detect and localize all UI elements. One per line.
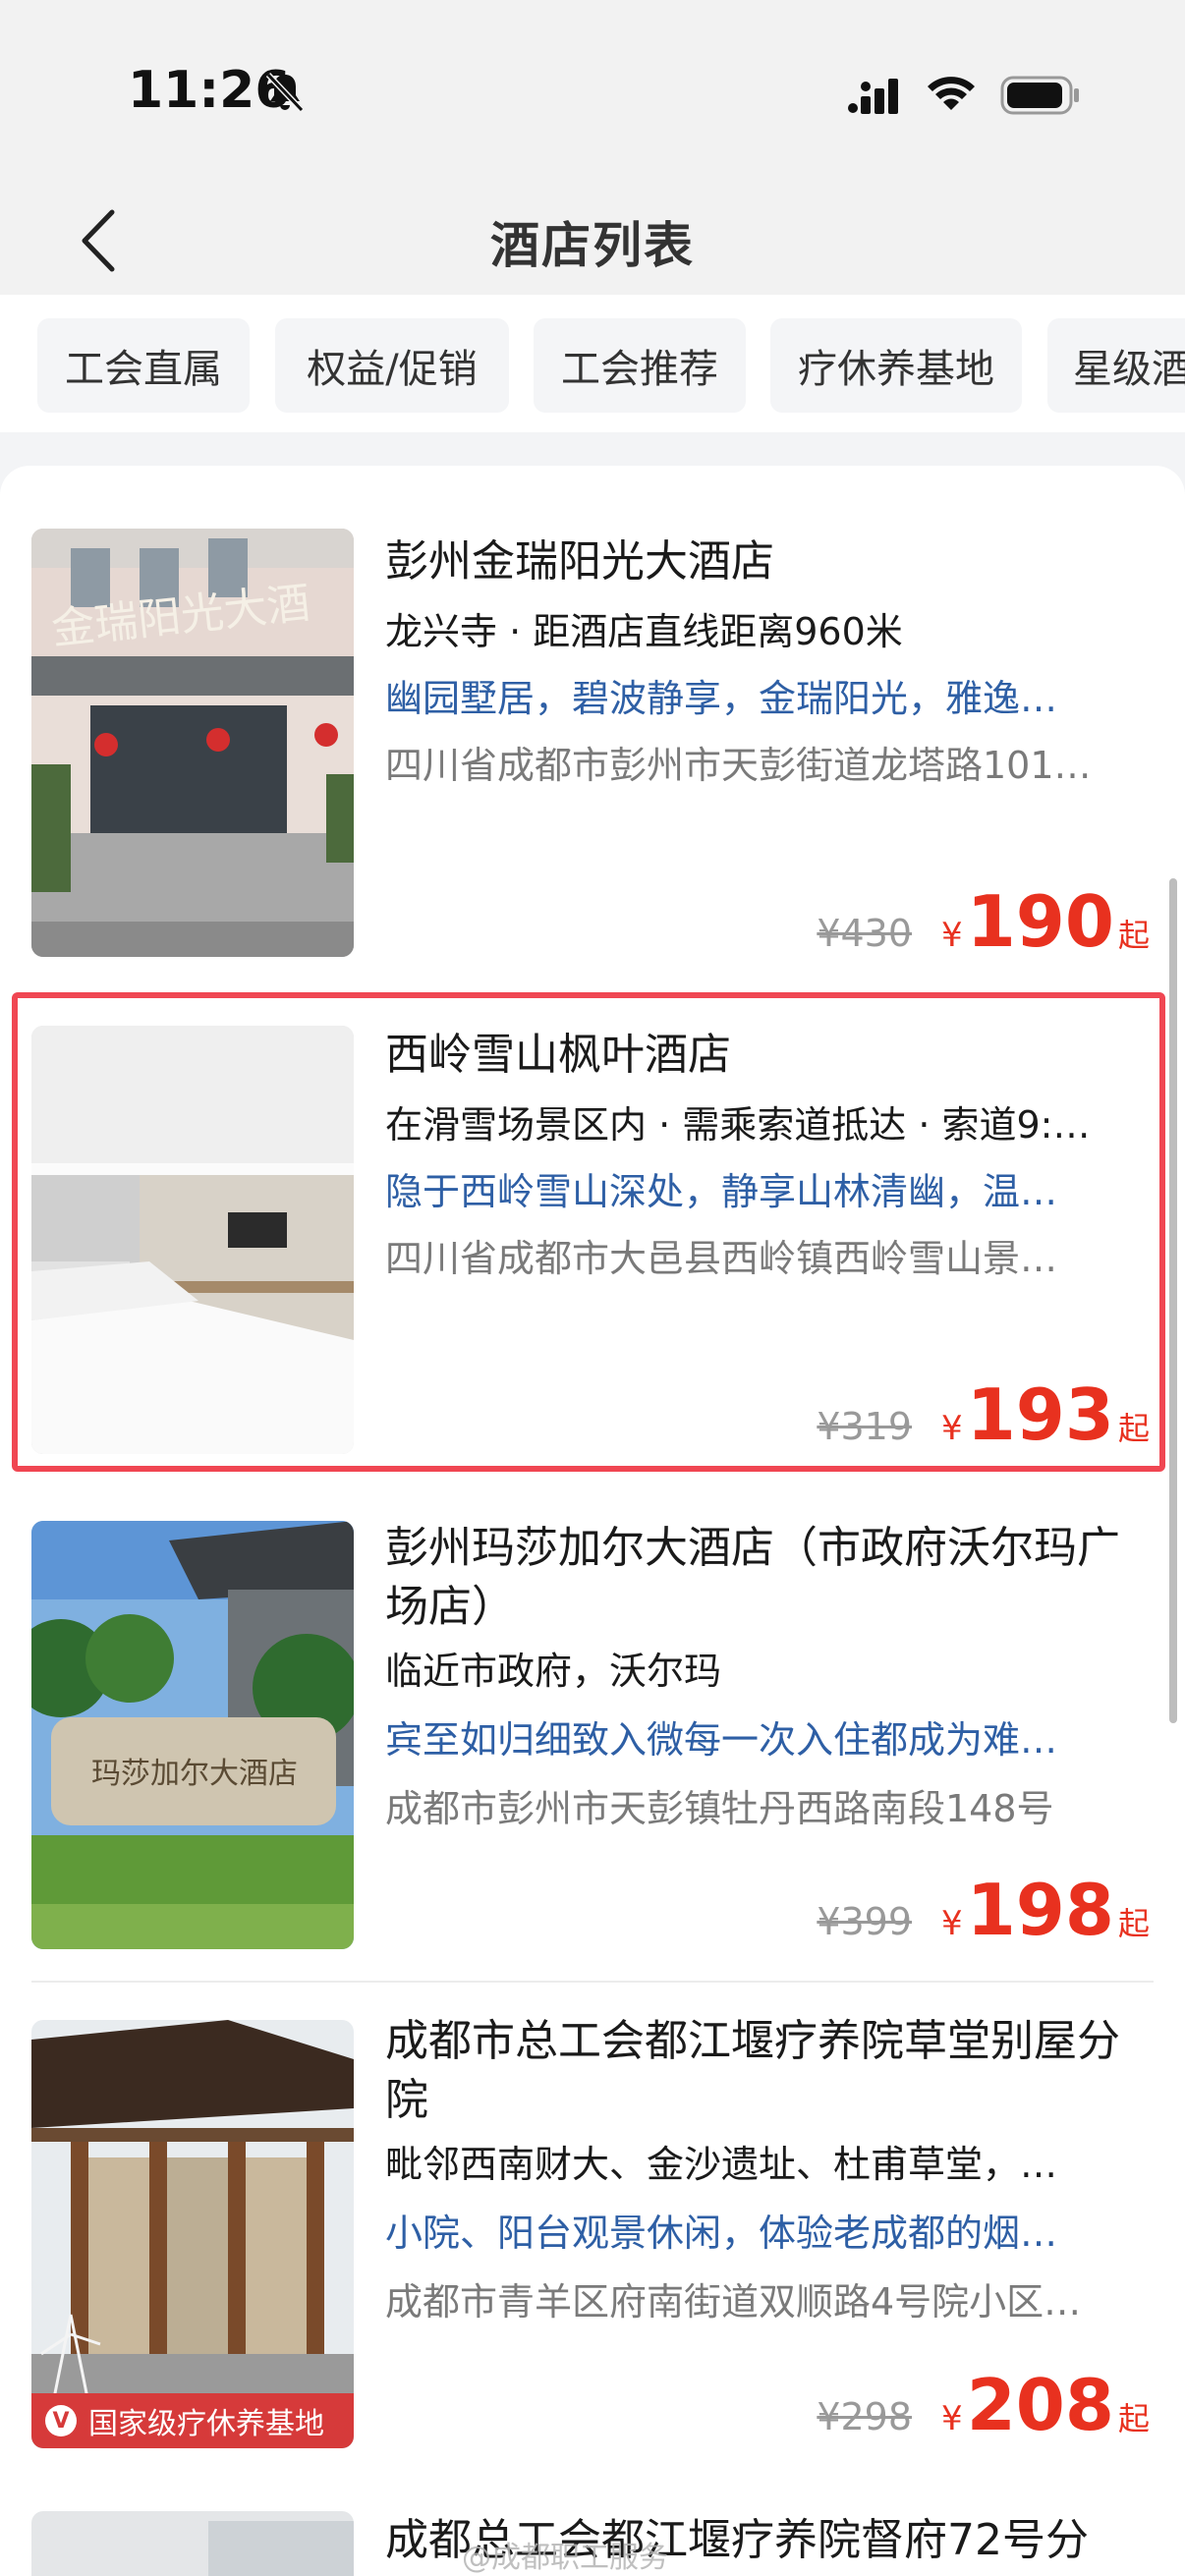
hotel-card[interactable]: V 国家级疗休养基地 成都市总工会都江堰疗养院草堂别屋分院 毗邻西南财大、金沙遗… bbox=[0, 2016, 1185, 2448]
original-price: ¥399 bbox=[817, 1900, 913, 1943]
currency-symbol: ¥ bbox=[941, 916, 963, 955]
watermark: @成都职工服务 bbox=[462, 2541, 668, 2575]
filter-chip-union-recommend[interactable]: 工会推荐 bbox=[534, 318, 746, 413]
original-price: ¥430 bbox=[817, 912, 913, 955]
original-price: ¥319 bbox=[817, 1405, 913, 1448]
hotel-name: 西岭雪山枫叶酒店 bbox=[385, 1030, 731, 1080]
price-row: ¥430 ¥ 190 起 bbox=[817, 886, 1150, 957]
page-title: 酒店列表 bbox=[490, 217, 695, 274]
hotel-list: 金瑞阳光大酒 彭州金瑞阳光大酒店 龙兴寺 · 距酒店直线距离960米 幽园墅居，… bbox=[0, 466, 1185, 2576]
hotel-location: 在滑雪场景区内 · 需乘索道抵达 · 索道9:… bbox=[385, 1103, 1091, 1147]
status-bar: 11:26 bbox=[0, 0, 1185, 187]
price-suffix: 起 bbox=[1117, 2400, 1150, 2437]
price-suffix: 起 bbox=[1117, 1410, 1150, 1447]
filter-chip-union-direct[interactable]: 工会直属 bbox=[37, 318, 250, 413]
current-price: 190 bbox=[966, 880, 1114, 963]
filter-chip-promotion[interactable]: 权益/促销 bbox=[275, 318, 509, 413]
divider bbox=[31, 1981, 1154, 1983]
currency-symbol: ¥ bbox=[941, 1409, 963, 1448]
hotel-sign-text: 玛莎加尔大酒店 bbox=[91, 1757, 298, 1791]
original-price: ¥298 bbox=[817, 2395, 913, 2438]
currency-symbol: ¥ bbox=[941, 1904, 963, 1943]
hotel-location: 龙兴寺 · 距酒店直线距离960米 bbox=[385, 610, 903, 653]
current-price: 193 bbox=[966, 1373, 1114, 1456]
hotel-location: 临近市政府，沃尔玛 bbox=[385, 1650, 722, 1693]
hotel-card[interactable]: 玛莎加尔大酒店 彭州玛莎加尔大酒店（市政府沃尔玛广场店） 临近市政府，沃尔玛 宾… bbox=[0, 1521, 1185, 1953]
filter-tabs: 工会直属 权益/促销 工会推荐 疗休养基地 星级酒店 bbox=[0, 295, 1185, 432]
hotel-thumbnail bbox=[31, 1026, 354, 1454]
hotel-tagline: 小院、阳台观景休闲，体验老成都的烟… bbox=[385, 2212, 1058, 2255]
signal-icon bbox=[848, 79, 898, 114]
hotel-name: 彭州金瑞阳光大酒店 bbox=[385, 536, 774, 587]
badge-label: 国家级疗休养基地 bbox=[88, 2407, 324, 2441]
hotel-tagline: 隐于西岭雪山深处，静享山林清幽，温… bbox=[385, 1170, 1058, 1213]
verified-v-icon: V bbox=[45, 2405, 77, 2436]
nav-header: 酒店列表 bbox=[0, 187, 1185, 295]
hotel-address: 成都市青羊区府南街道双顺路4号院小区… bbox=[385, 2280, 1082, 2324]
hotel-tagline: 宾至如归细致入微每一次入住都成为难… bbox=[385, 1718, 1058, 1762]
hotel-tagline: 幽园墅居，碧波静享，金瑞阳光，雅逸… bbox=[385, 677, 1058, 720]
hotel-name: 彭州玛莎加尔大酒店（市政府沃尔玛广场店） bbox=[385, 1523, 1120, 1632]
hotel-thumbnail: V 国家级疗休养基地 bbox=[31, 2020, 354, 2448]
wifi-icon bbox=[928, 77, 975, 110]
filter-chip-star-hotel[interactable]: 星级酒店 bbox=[1047, 318, 1185, 413]
currency-symbol: ¥ bbox=[941, 2399, 963, 2438]
bell-off-icon bbox=[265, 72, 305, 113]
battery-icon bbox=[1000, 76, 1079, 115]
price-suffix: 起 bbox=[1117, 917, 1150, 954]
hotel-thumbnail: 玛莎加尔大酒店 bbox=[31, 1521, 354, 1949]
hotel-thumbnail: 金瑞阳光大酒 bbox=[31, 529, 354, 957]
price-row: ¥399 ¥ 198 起 bbox=[817, 1875, 1150, 1945]
price-row: ¥298 ¥ 208 起 bbox=[817, 2370, 1150, 2440]
hotel-address: 成都市彭州市天彭镇牡丹西路南段148号 bbox=[385, 1787, 1054, 1830]
current-price: 198 bbox=[966, 1869, 1114, 1951]
price-row: ¥319 ¥ 193 起 bbox=[817, 1379, 1150, 1450]
hotel-name: 成都市总工会都江堰疗养院草堂别屋分院 bbox=[385, 2016, 1120, 2125]
hotel-address: 四川省成都市彭州市天彭街道龙塔路101… bbox=[385, 744, 1092, 787]
national-base-badge: V 国家级疗休养基地 bbox=[31, 2393, 354, 2448]
filter-chip-sanatorium-base[interactable]: 疗休养基地 bbox=[770, 318, 1022, 413]
current-price: 208 bbox=[966, 2364, 1114, 2446]
hotel-card[interactable]: 西岭雪山枫叶酒店 在滑雪场景区内 · 需乘索道抵达 · 索道9:… 隐于西岭雪山… bbox=[0, 1026, 1185, 1458]
hotel-thumbnail bbox=[31, 2511, 354, 2576]
hotel-address: 四川省成都市大邑县西岭镇西岭雪山景… bbox=[385, 1237, 1058, 1280]
hotel-location: 毗邻西南财大、金沙遗址、杜甫草堂，… bbox=[385, 2143, 1058, 2186]
hotel-card[interactable]: 金瑞阳光大酒 彭州金瑞阳光大酒店 龙兴寺 · 距酒店直线距离960米 幽园墅居，… bbox=[0, 529, 1185, 961]
price-suffix: 起 bbox=[1117, 1905, 1150, 1942]
scrollbar[interactable] bbox=[1169, 878, 1177, 1723]
